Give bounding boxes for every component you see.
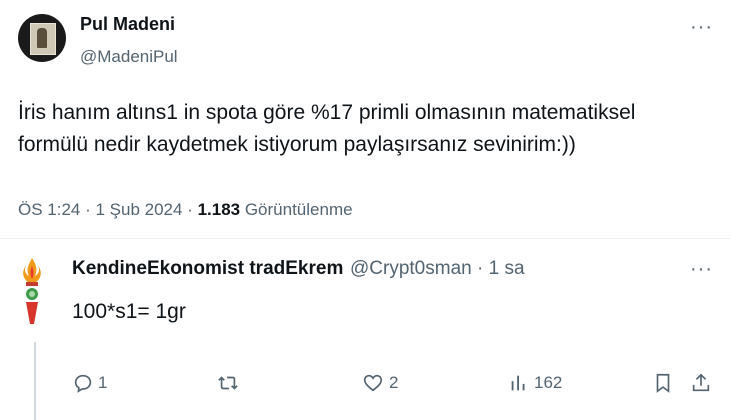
reply-view-count: 162 (534, 373, 563, 392)
author-handle[interactable]: @MadeniPul (80, 47, 178, 67)
views-button[interactable]: 162 (508, 368, 562, 398)
heart-icon (363, 374, 383, 392)
share-button[interactable] (690, 368, 712, 398)
retweet-button[interactable] (216, 368, 240, 398)
author-name[interactable]: Pul Madeni (80, 14, 175, 35)
retweet-icon (218, 376, 238, 390)
tweet-meta: ÖS 1:24 · 1 Şub 2024 · 1.183 Görüntülenm… (18, 200, 353, 220)
reply-handle-time[interactable]: @Crypt0sman · 1 sa (350, 258, 525, 280)
like-count: 2 (389, 373, 399, 392)
torch-logo-icon (23, 258, 41, 324)
reply-text: 100*s1= 1gr (72, 300, 186, 323)
views-label: Görüntülenme (240, 200, 353, 219)
author-avatar[interactable] (18, 14, 66, 62)
reply-author-name[interactable]: KendineEkonomist tradEkrem (72, 258, 343, 280)
more-dots-icon[interactable]: ··· (690, 259, 713, 279)
bookmark-button[interactable] (652, 368, 674, 398)
tweet-text: İris hanım altıns1 in spota göre %17 pri… (18, 101, 636, 156)
thread-line (34, 342, 36, 420)
reply-bubble-icon (74, 374, 92, 393)
more-dots-icon[interactable]: ··· (690, 17, 713, 37)
divider (0, 238, 730, 239)
like-button[interactable]: 2 (361, 368, 398, 398)
views-bars-icon (511, 375, 525, 391)
views-count: 1.183 (197, 200, 241, 219)
avatar-figure (37, 28, 47, 48)
bookmark-icon (656, 373, 670, 393)
share-icon (692, 373, 710, 392)
reply-count: 1 (98, 373, 108, 392)
reply-button[interactable]: 1 (72, 368, 107, 398)
reply-avatar[interactable] (14, 254, 50, 334)
tweet-time[interactable]: ÖS 1:24 · 1 Şub 2024 · (18, 200, 198, 219)
